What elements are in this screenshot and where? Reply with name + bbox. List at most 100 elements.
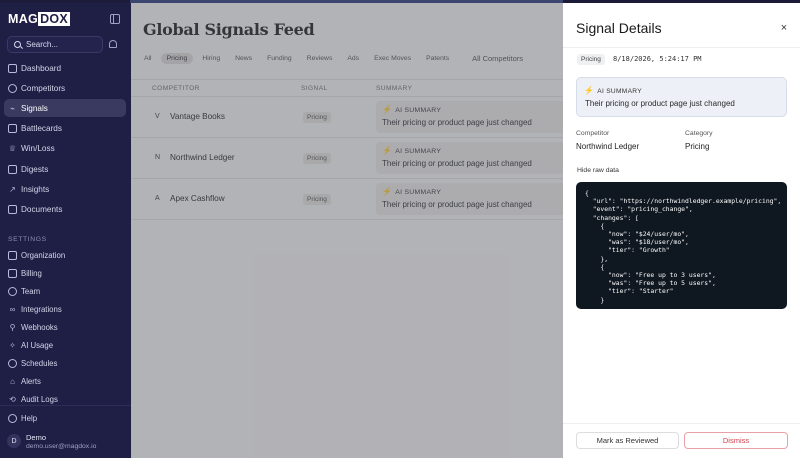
sidebar-item-label: Insights xyxy=(21,184,50,194)
mark-reviewed-button[interactable]: Mark as Reviewed xyxy=(576,432,679,449)
tab-exec-moves[interactable]: Exec Moves xyxy=(374,55,411,62)
bolt-icon: ⚡ xyxy=(382,187,393,196)
signal-icon: ⌁ xyxy=(10,103,15,113)
sidebar-item-label: Team xyxy=(21,286,41,296)
summary-text: Their pricing or product page just chang… xyxy=(382,159,532,168)
webhook-icon: ⚲ xyxy=(9,322,16,332)
summary-label: ⚡ AI SUMMARY xyxy=(382,105,442,114)
sidebar-collapse-icon[interactable] xyxy=(110,14,120,24)
sidebar-item-label: Help xyxy=(21,413,38,423)
sidebar-item-winloss[interactable]: ♕ Win/Loss xyxy=(4,139,126,157)
competitor-initial: N xyxy=(155,154,161,161)
sidebar-item-documents[interactable]: Documents xyxy=(4,200,126,218)
sidebar-item-digests[interactable]: Digests xyxy=(4,160,126,178)
sidebar-item-label: Organization xyxy=(21,250,66,260)
sidebar-item-organization[interactable]: Organization xyxy=(4,247,126,263)
raw-data-code-block[interactable]: { "url": "https://northwindledger.exampl… xyxy=(576,182,787,309)
sidebar-item-help[interactable]: Help xyxy=(4,410,126,426)
sidebar-item-label: Audit Logs xyxy=(21,394,58,404)
team-icon xyxy=(8,286,17,296)
ai-summary-card: ⚡ AI SUMMARY Their pricing or product pag… xyxy=(576,77,787,117)
signal-timestamp: 8/18/2026, 5:24:17 PM xyxy=(613,55,702,63)
sidebar-item-integrations[interactable]: ∞ Integrations xyxy=(4,301,126,317)
brand-logo[interactable]: MAG DOX xyxy=(8,12,71,26)
tab-funding[interactable]: Funding xyxy=(267,55,292,62)
digest-icon xyxy=(8,164,17,174)
page-title: Global Signals Feed xyxy=(143,20,315,39)
main-content: Global Signals Feed All Pricing Hiring N… xyxy=(131,3,563,458)
bolt-icon: ⚡ xyxy=(382,105,393,114)
sidebar-item-label: Documents xyxy=(21,204,63,214)
dismiss-button[interactable]: Dismiss xyxy=(684,432,788,449)
user-email: demo.user@magdox.io xyxy=(26,443,97,450)
tab-ads[interactable]: Ads xyxy=(347,55,359,62)
sidebar-item-label: Signals xyxy=(21,103,48,113)
avatar[interactable]: D xyxy=(7,434,21,448)
search-label: Search... xyxy=(26,40,59,49)
tab-all[interactable]: All xyxy=(144,55,152,62)
link-icon: ∞ xyxy=(9,304,16,314)
sidebar-item-webhooks[interactable]: ⚲ Webhooks xyxy=(4,319,126,335)
table-row[interactable]: A Apex Cashflow Pricing ⚡ AI SUMMARY Thei… xyxy=(131,179,563,220)
sidebar-item-billing[interactable]: Billing xyxy=(4,265,126,281)
help-icon xyxy=(8,413,17,423)
sidebar-item-competitors[interactable]: Competitors xyxy=(4,79,126,97)
category-label: Category xyxy=(685,130,713,137)
sidebar-item-alerts[interactable]: ⌂ Alerts xyxy=(4,373,126,389)
ai-summary-label: ⚡ AI SUMMARY xyxy=(584,86,642,95)
signal-badge: Pricing xyxy=(303,112,331,123)
category-badge: Pricing xyxy=(577,54,605,65)
alert-icon: ⌂ xyxy=(10,376,15,386)
brand-part-1: MAG xyxy=(8,12,39,26)
toggle-raw-data-link[interactable]: Hide raw data xyxy=(577,167,619,174)
tab-reviews[interactable]: Reviews xyxy=(307,55,333,62)
top-strip-accent xyxy=(130,0,563,3)
summary-card: ⚡ AI SUMMARY Their pricing or product pag… xyxy=(376,142,563,174)
signal-badge: Pricing xyxy=(303,194,331,205)
summary-text: Their pricing or product page just chang… xyxy=(382,118,532,127)
sidebar-item-label: AI Usage xyxy=(21,340,54,350)
competitor-value: Northwind Ledger xyxy=(576,142,640,151)
sidebar-item-label: Digests xyxy=(21,164,49,174)
signal-badge: Pricing xyxy=(303,153,331,164)
sidebar-item-signals[interactable]: ⌁ Signals xyxy=(4,99,126,117)
table-row[interactable]: V Vantage Books Pricing ⚡ AI SUMMARY Thei… xyxy=(131,97,563,138)
sidebar-item-insights[interactable]: ↗ Insights xyxy=(4,180,126,198)
card-icon xyxy=(8,268,17,278)
tab-hiring[interactable]: Hiring xyxy=(202,55,220,62)
competitor-name: Apex Cashflow xyxy=(170,194,225,203)
sidebar-item-dashboard[interactable]: Dashboard xyxy=(4,59,126,77)
sidebar-item-schedules[interactable]: Schedules xyxy=(4,355,126,371)
settings-section-title: SETTINGS xyxy=(8,236,47,243)
search-button[interactable]: Search... xyxy=(7,36,103,53)
tab-news[interactable]: News xyxy=(235,55,252,62)
competitor-filter-select[interactable]: All Competitors xyxy=(472,54,523,63)
competitor-initial: V xyxy=(155,113,160,120)
sidebar-item-label: Competitors xyxy=(21,83,66,93)
grid-icon xyxy=(8,63,17,73)
close-icon[interactable]: × xyxy=(777,21,791,35)
table-row[interactable]: N Northwind Ledger Pricing ⚡ AI SUMMARY T… xyxy=(131,138,563,179)
column-header-competitor: COMPETITOR xyxy=(152,85,200,92)
bolt-icon: ⚡ xyxy=(382,146,393,155)
summary-label: ⚡ AI SUMMARY xyxy=(382,187,442,196)
sidebar-item-team[interactable]: Team xyxy=(4,283,126,299)
competitor-name: Northwind Ledger xyxy=(170,153,235,162)
sidebar-item-label: Integrations xyxy=(21,304,62,314)
sidebar-item-label: Win/Loss xyxy=(21,143,55,153)
sidebar-item-ai-usage[interactable]: ✧ AI Usage xyxy=(4,337,126,353)
clock-icon xyxy=(8,358,17,368)
raw-data-json: { "url": "https://northwindledger.exampl… xyxy=(585,189,782,304)
battlecard-icon xyxy=(8,123,17,133)
trend-icon: ↗ xyxy=(9,184,16,194)
bell-icon[interactable] xyxy=(109,40,117,48)
column-header-summary: SUMMARY xyxy=(376,85,413,92)
column-header-signal: SIGNAL xyxy=(301,85,328,92)
sidebar-item-battlecards[interactable]: Battlecards xyxy=(4,119,126,137)
category-value: Pricing xyxy=(685,142,710,151)
search-icon xyxy=(14,41,21,48)
tab-pricing[interactable]: Pricing xyxy=(160,52,194,64)
tab-patents[interactable]: Patents xyxy=(426,55,449,62)
competitor-initial: A xyxy=(155,195,160,202)
folder-icon xyxy=(8,204,17,214)
